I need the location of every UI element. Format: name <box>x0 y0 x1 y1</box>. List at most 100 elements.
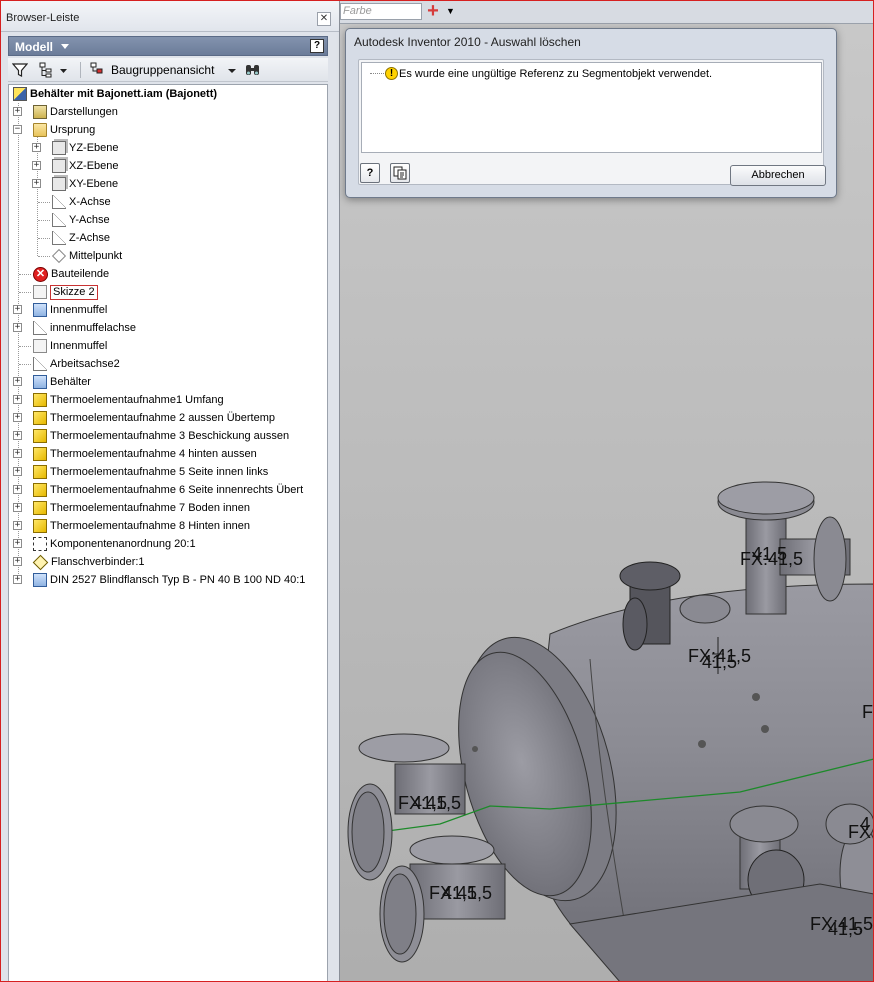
expand-icon[interactable]: + <box>32 179 41 188</box>
close-icon[interactable]: ✕ <box>317 12 331 26</box>
tree-item-thermo-2[interactable]: Thermoelementaufnahme 2 aussen Übertemp <box>33 409 275 427</box>
expand-icon[interactable]: + <box>13 521 22 530</box>
color-combobox[interactable]: Farbe <box>340 3 422 20</box>
tree-item-behaelter[interactable]: Behälter <box>33 373 91 391</box>
tree-item-x-axis[interactable]: X-Achse <box>52 193 111 211</box>
tree-item-label: Thermoelementaufnahme 6 Seite innenrecht… <box>50 484 304 496</box>
part-icon <box>33 303 47 317</box>
tree-item-thermo-4[interactable]: Thermoelementaufnahme 4 hinten aussen <box>33 445 257 463</box>
end-of-part-icon: ✕ <box>33 266 48 282</box>
expand-icon[interactable]: + <box>13 449 22 458</box>
expand-icon[interactable]: + <box>13 323 22 332</box>
tree-item-label: Thermoelementaufnahme 5 Seite innen link… <box>50 466 269 478</box>
collapse-icon[interactable]: − <box>13 125 22 134</box>
tree-item-y-axis[interactable]: Y-Achse <box>52 211 110 229</box>
tree-root[interactable]: Behälter mit Bajonett.iam (Bajonett) <box>13 85 217 103</box>
tree-item-xy-plane[interactable]: XY-Ebene <box>52 175 118 193</box>
expand-icon[interactable]: + <box>13 575 22 584</box>
tree-item-label: Mittelpunkt <box>69 250 123 262</box>
tree-item-blindflansch[interactable]: DIN 2527 Blindflansch Typ B - PN 40 B 10… <box>33 571 305 589</box>
sketch-icon <box>33 339 47 353</box>
chevron-down-icon[interactable]: ▼ <box>446 3 458 20</box>
expand-icon[interactable]: + <box>13 413 22 422</box>
tree-item-thermo-5[interactable]: Thermoelementaufnahme 5 Seite innen link… <box>33 463 268 481</box>
expand-icon[interactable]: + <box>13 107 22 116</box>
binoculars-icon[interactable] <box>244 62 262 78</box>
tree-item-xz-plane[interactable]: XZ-Ebene <box>52 157 119 175</box>
tree-item-label: Innenmuffel <box>50 340 108 352</box>
tree-item-label: Thermoelementaufnahme 3 Beschickung auss… <box>50 430 290 442</box>
expand-icon[interactable]: + <box>13 557 22 566</box>
axis-icon <box>52 195 66 209</box>
plane-icon <box>52 177 66 191</box>
dimension-label[interactable]: F <box>862 702 873 723</box>
chevron-down-icon <box>61 44 69 49</box>
axis-icon <box>52 213 66 227</box>
tree-item-label: Z-Achse <box>69 232 110 244</box>
filter-icon[interactable] <box>11 62 29 78</box>
subassembly-icon <box>33 483 47 497</box>
plus-icon[interactable]: + <box>424 1 442 21</box>
dimension-label[interactable]: 41,5 <box>412 793 447 814</box>
tree-item-center-point[interactable]: Mittelpunkt <box>51 247 123 265</box>
tree-item-pattern[interactable]: Komponentenanordnung 20:1 <box>33 535 196 553</box>
help-icon[interactable]: ? <box>310 39 324 53</box>
dimension-label[interactable]: 41,5 <box>752 544 787 565</box>
tree-item-arbeitsachse2[interactable]: Arbeitsachse2 <box>33 355 120 373</box>
expand-icon[interactable]: + <box>13 503 22 512</box>
cancel-button[interactable]: Abbrechen <box>730 165 826 186</box>
chevron-down-icon[interactable] <box>227 62 237 78</box>
message-item[interactable]: ! Es wurde eine ungültige Referenz zu Se… <box>370 67 712 80</box>
expand-icon[interactable]: + <box>13 485 22 494</box>
tree-item-darstellungen[interactable]: Darstellungen <box>33 103 118 121</box>
model-tree: Behälter mit Bajonett.iam (Bajonett) Dar… <box>8 84 328 982</box>
subassembly-icon <box>33 447 47 461</box>
expand-icon[interactable]: + <box>32 143 41 152</box>
tree-line <box>19 274 31 275</box>
tree-item-thermo-7[interactable]: Thermoelementaufnahme 7 Boden innen <box>33 499 250 517</box>
tree-item-label: Skizze 2 <box>50 284 98 300</box>
expand-icon[interactable]: + <box>13 431 22 440</box>
dimension-label[interactable]: 41,5 <box>828 919 863 940</box>
subassembly-icon <box>33 393 47 407</box>
browser-panel: Browser-Leiste ✕ Modell ? Baugruppenansi… <box>0 0 340 982</box>
tree-item-yz-plane[interactable]: YZ-Ebene <box>52 139 119 157</box>
flange-connector-icon <box>32 554 49 570</box>
subassembly-icon <box>33 429 47 443</box>
dimension-label[interactable]: 41,5 <box>442 883 477 904</box>
tree-item-label: Komponentenanordnung 20:1 <box>50 538 196 550</box>
tree-root-label: Behälter mit Bajonett.iam (Bajonett) <box>30 88 218 100</box>
dimension-label[interactable]: 41,5 <box>702 652 737 673</box>
expand-icon[interactable]: + <box>13 395 22 404</box>
dimension-label[interactable]: 4 <box>860 814 870 835</box>
copy-icon[interactable] <box>390 163 410 183</box>
expand-icon[interactable]: + <box>13 539 22 548</box>
tree-item-ursprung[interactable]: Ursprung <box>33 121 95 139</box>
tree-item-label: Thermoelementaufnahme 2 aussen Übertemp <box>50 412 276 424</box>
top-toolbar: Farbe + ▼ <box>340 0 874 24</box>
subassembly-icon <box>33 411 47 425</box>
help-icon[interactable]: ? <box>360 163 380 183</box>
expand-icon[interactable]: + <box>32 161 41 170</box>
model-dropdown[interactable]: Modell ? <box>8 36 328 56</box>
view-mode-label[interactable]: Baugruppenansicht <box>111 63 214 79</box>
tree-item-label: Innenmuffel <box>50 304 108 316</box>
expand-icon[interactable]: + <box>13 467 22 476</box>
tree-item-end-of-part[interactable]: ✕ Bauteilende <box>33 265 109 283</box>
assembly-view-icon[interactable] <box>90 62 108 78</box>
tree-item-thermo-1[interactable]: Thermoelementaufnahme1 Umfang <box>33 391 224 409</box>
tree-item-thermo-3[interactable]: Thermoelementaufnahme 3 Beschickung auss… <box>33 427 289 445</box>
hierarchy-icon[interactable] <box>38 62 68 78</box>
plane-icon <box>52 141 66 155</box>
tree-item-thermo-6[interactable]: Thermoelementaufnahme 6 Seite innenrecht… <box>33 481 303 499</box>
tree-item-flanschverbinder[interactable]: Flanschverbinder:1 <box>32 553 145 571</box>
tree-item-z-axis[interactable]: Z-Achse <box>52 229 110 247</box>
tree-item-innenmuffel-sketch[interactable]: Innenmuffel <box>33 337 107 355</box>
tree-line <box>38 238 50 239</box>
expand-icon[interactable]: + <box>13 377 22 386</box>
expand-icon[interactable]: + <box>13 305 22 314</box>
tree-item-innenmuffelachse[interactable]: innenmuffelachse <box>33 319 136 337</box>
tree-item-thermo-8[interactable]: Thermoelementaufnahme 8 Hinten innen <box>33 517 250 535</box>
tree-item-sketch-2[interactable]: Skizze 2 <box>33 283 98 301</box>
tree-item-innenmuffel[interactable]: Innenmuffel <box>33 301 107 319</box>
